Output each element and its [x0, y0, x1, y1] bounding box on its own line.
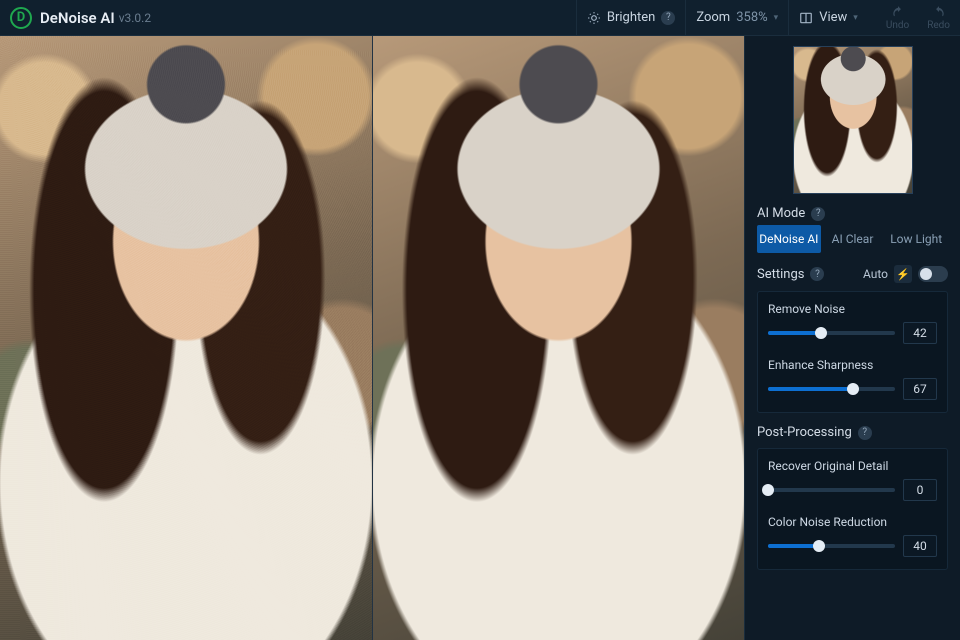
view-label: View [819, 10, 847, 25]
zoom-dropdown[interactable]: Zoom 358% ▾ [685, 0, 788, 35]
redo-icon [930, 5, 948, 19]
post-processing-title: Post-Processing ? [757, 425, 948, 440]
auto-toggle[interactable] [918, 266, 948, 282]
preview-after [372, 36, 744, 640]
slider-label: Color Noise Reduction [768, 515, 937, 529]
slider-label: Recover Original Detail [768, 459, 937, 473]
post-processing-panel: Recover Original Detail 0 Color Noise Redu… [757, 448, 948, 570]
slider-value[interactable]: 0 [903, 479, 937, 501]
navigator-thumbnail[interactable] [793, 46, 913, 194]
ai-mode-tab[interactable]: Low Light [884, 225, 948, 253]
app-header: D DeNoise AI v3.0.2 Brighten ? Zoom 358%… [0, 0, 960, 36]
help-icon[interactable]: ? [858, 426, 872, 440]
ai-mode-tabs: DeNoise AIAI ClearLow Light [757, 225, 948, 253]
slider-label: Remove Noise [768, 302, 937, 316]
sun-icon [587, 11, 601, 25]
settings-title: Settings ? [757, 267, 824, 282]
slider-track[interactable] [768, 387, 895, 391]
brighten-label: Brighten [607, 10, 655, 25]
settings-panel: Remove Noise 42 Enhance Sharpness 67 [757, 291, 948, 413]
zoom-value: 358% [736, 10, 767, 25]
slider-knob[interactable] [762, 484, 774, 496]
slider-track[interactable] [768, 544, 895, 548]
help-icon[interactable]: ? [810, 267, 824, 281]
slider-track[interactable] [768, 488, 895, 492]
help-icon: ? [661, 11, 675, 25]
slider-value[interactable]: 42 [903, 322, 937, 344]
preview-viewport[interactable] [0, 36, 744, 640]
preview-before [0, 36, 372, 640]
slider-value[interactable]: 40 [903, 535, 937, 557]
chevron-down-icon: ▾ [774, 13, 779, 23]
app-logo-icon: D [10, 7, 32, 29]
app-version: v3.0.2 [119, 11, 151, 25]
undo-icon [889, 5, 907, 19]
sidebar: AI Mode ? DeNoise AIAI ClearLow Light Se… [744, 36, 960, 640]
redo-button: Redo [927, 5, 950, 31]
view-dropdown[interactable]: View ▾ [788, 0, 868, 35]
ai-mode-tab[interactable]: DeNoise AI [757, 225, 821, 253]
slider-value[interactable]: 67 [903, 378, 937, 400]
undo-button: Undo [886, 5, 909, 31]
layout-icon [799, 11, 813, 25]
chevron-down-icon: ▾ [853, 13, 858, 23]
slider-track[interactable] [768, 331, 895, 335]
ai-mode-title: AI Mode ? [757, 206, 948, 221]
slider-knob[interactable] [847, 383, 859, 395]
ai-mode-tab[interactable]: AI Clear [821, 225, 885, 253]
undo-label: Undo [886, 20, 909, 31]
bolt-icon[interactable]: ⚡ [894, 265, 912, 283]
app-title: DeNoise AI [40, 9, 115, 27]
brighten-button[interactable]: Brighten ? [576, 0, 685, 35]
zoom-label: Zoom [696, 10, 730, 25]
redo-label: Redo [927, 20, 950, 31]
auto-label: Auto [863, 267, 888, 281]
slider-knob[interactable] [815, 327, 827, 339]
slider-knob[interactable] [813, 540, 825, 552]
help-icon[interactable]: ? [811, 207, 825, 221]
slider-label: Enhance Sharpness [768, 358, 937, 372]
